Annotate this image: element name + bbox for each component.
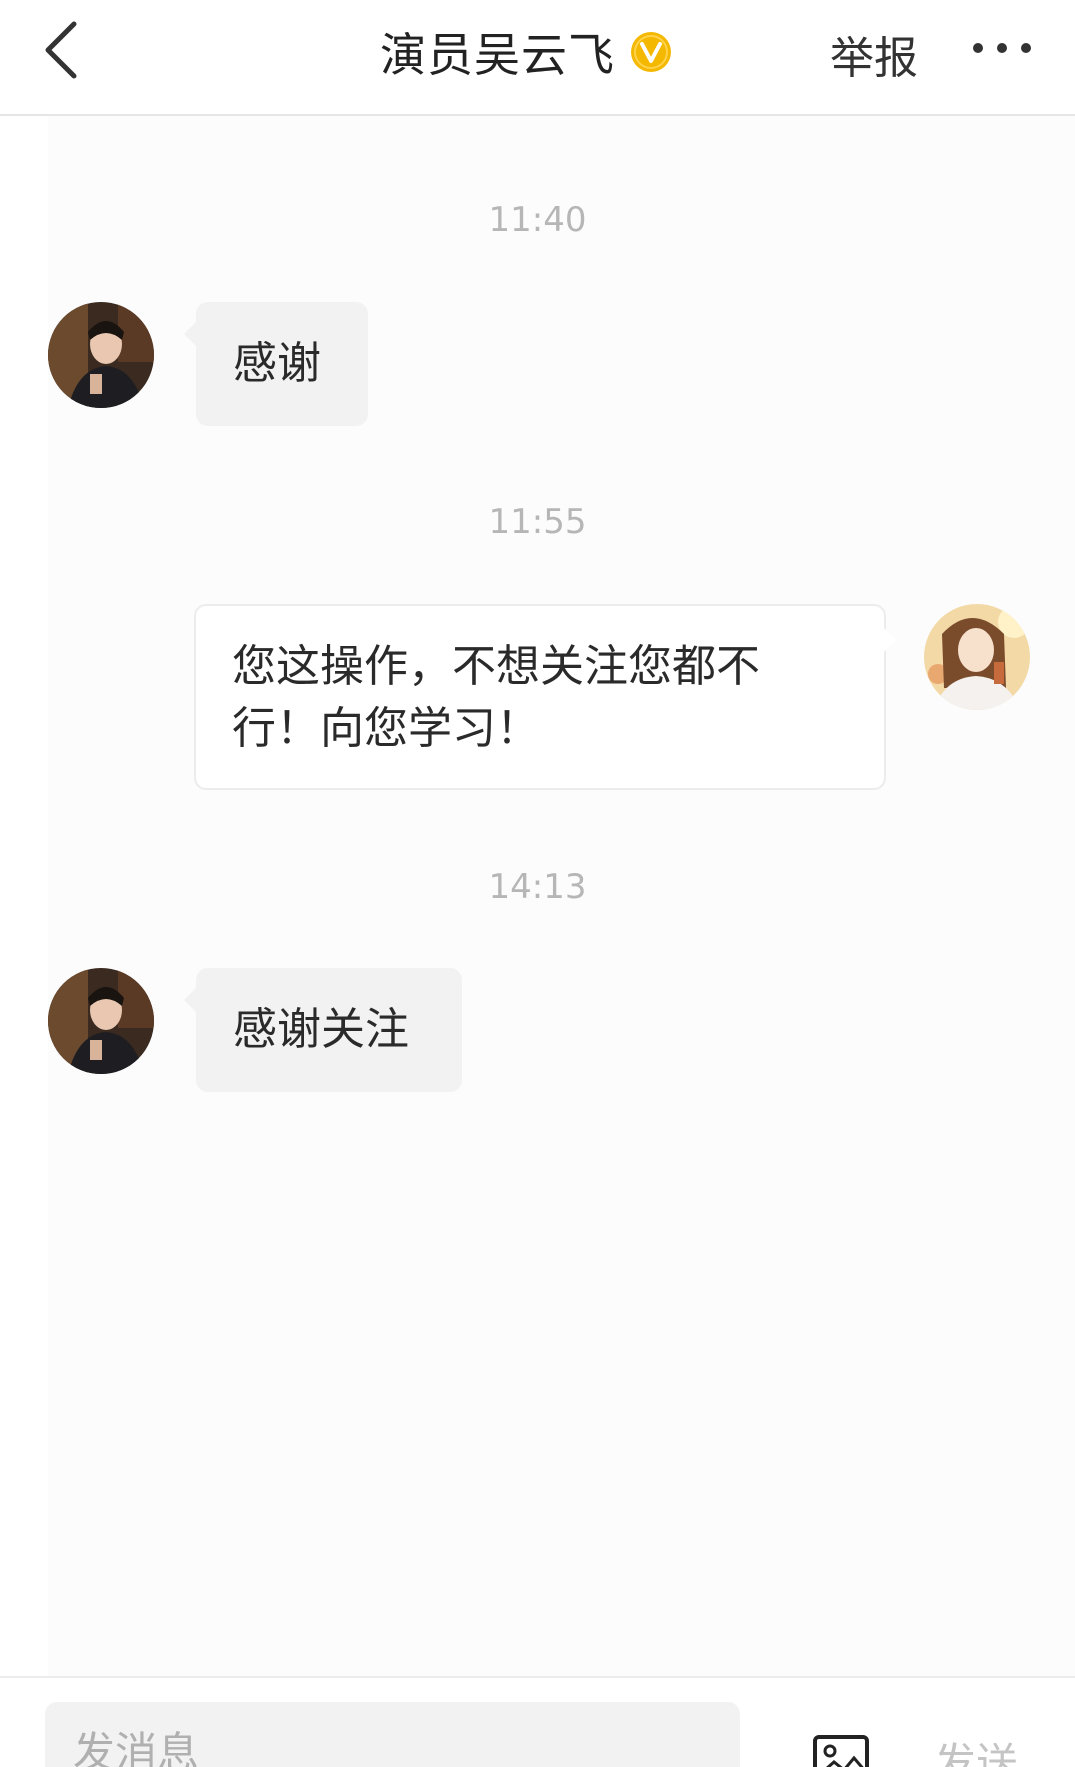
send-button[interactable]: 发送 xyxy=(934,1730,1018,1767)
timestamp: 11:40 xyxy=(488,200,587,240)
bubble-tail xyxy=(184,322,196,346)
conversation-title-group: 演员吴云飞 xyxy=(380,20,673,84)
message-input[interactable] xyxy=(45,1702,740,1767)
chat-screen: 演员吴云飞 举报 11:40 感谢 11:55 您这操作，不想关注您都不 行！向… xyxy=(0,0,1075,1767)
outgoing-message-bubble[interactable]: 您这操作，不想关注您都不 行！向您学习！ xyxy=(194,604,886,790)
timestamp: 11:55 xyxy=(488,502,587,542)
actor-avatar-image xyxy=(48,302,154,408)
report-link[interactable]: 举报 xyxy=(830,22,918,86)
back-arrow-icon[interactable] xyxy=(40,18,90,82)
verified-badge-icon xyxy=(631,32,671,72)
timestamp: 14:13 xyxy=(488,867,587,907)
message-text: 感谢关注 xyxy=(233,1004,409,1055)
message-text-line: 您这操作，不想关注您都不 xyxy=(232,641,760,692)
message-text: 感谢 xyxy=(233,338,321,389)
actor-avatar-image xyxy=(48,968,154,1074)
image-picker-icon[interactable] xyxy=(812,1734,870,1767)
incoming-message-bubble[interactable]: 感谢关注 xyxy=(196,968,462,1092)
avatar[interactable] xyxy=(48,302,154,408)
avatar[interactable] xyxy=(924,604,1030,710)
avatar[interactable] xyxy=(48,968,154,1074)
header-bar: 演员吴云飞 举报 xyxy=(0,0,1075,116)
incoming-message-bubble[interactable]: 感谢 xyxy=(196,302,368,426)
compose-bar: 发送 xyxy=(0,1676,1075,1767)
user-avatar-image xyxy=(924,604,1030,710)
conversation-title: 演员吴云飞 xyxy=(380,28,615,82)
more-options-icon[interactable] xyxy=(970,36,1034,60)
bubble-tail xyxy=(884,628,896,652)
bubble-tail xyxy=(184,988,196,1012)
message-text-line: 行！向您学习！ xyxy=(232,703,540,754)
